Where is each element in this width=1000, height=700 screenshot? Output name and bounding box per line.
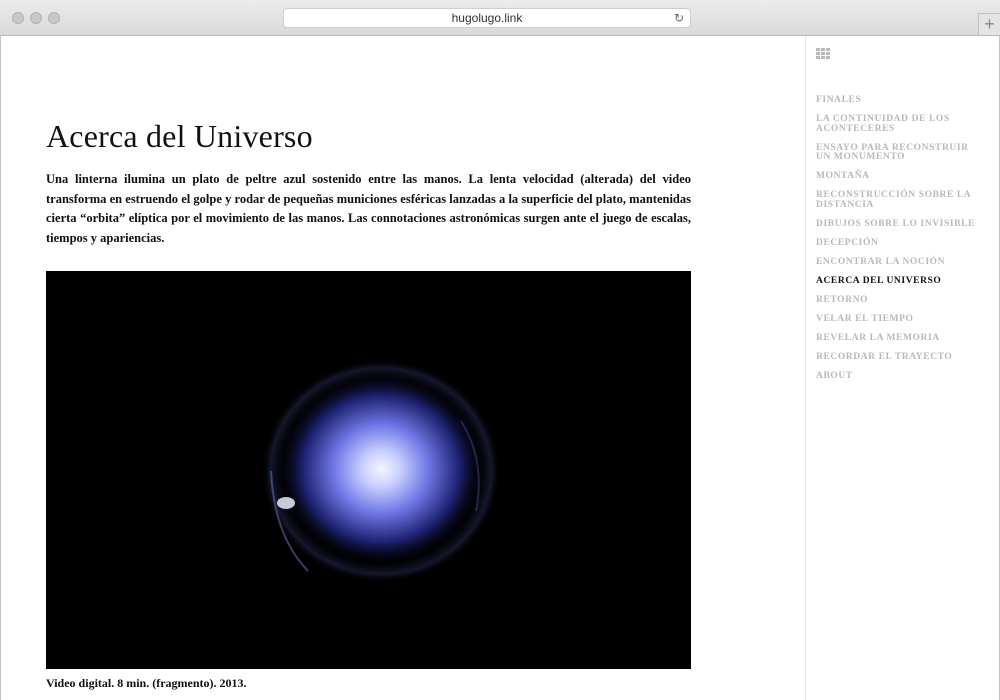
browser-toolbar: hugolugo.link ↻ + xyxy=(0,0,1000,36)
close-window-button[interactable] xyxy=(12,12,24,24)
glow-center xyxy=(276,371,486,567)
web-page: Acerca del Universo Una linterna ilumina… xyxy=(0,36,1000,700)
sidebar-item-retorno[interactable]: RETORNO xyxy=(816,295,986,306)
address-url: hugolugo.link xyxy=(451,11,523,25)
sidebar-item-acerca-del-universo[interactable]: ACERCA DEL UNIVERSO xyxy=(816,276,986,287)
sidebar-item-recordar[interactable]: RECORDAR EL TRAYECTO xyxy=(816,352,986,363)
sidebar-item-decepcion[interactable]: DECEPCIÓN xyxy=(816,238,986,249)
light-reflection xyxy=(277,497,295,509)
address-bar[interactable]: hugolugo.link ↻ xyxy=(283,8,691,28)
sidebar-item-encontrar[interactable]: ENCONTRAR LA NOCIÓN xyxy=(816,257,986,268)
sidebar-item-finales[interactable]: FINALES xyxy=(816,95,986,106)
sidebar-item-ensayo[interactable]: ENSAYO PARA RECONSTRUIR UN MONUMENTO xyxy=(816,143,986,163)
new-tab-button[interactable]: + xyxy=(978,13,1000,35)
video-player[interactable] xyxy=(46,271,691,669)
sidebar: FINALES LA CONTINUIDAD DE LOS ACONTECERE… xyxy=(805,36,999,700)
sidebar-item-revelar[interactable]: REVELAR LA MEMORIA xyxy=(816,333,986,344)
sidebar-item-reconstruccion[interactable]: RECONSTRUCCIÓN SOBRE LA DISTANCIA xyxy=(816,190,986,210)
reload-icon[interactable]: ↻ xyxy=(674,11,684,25)
minimize-window-button[interactable] xyxy=(30,12,42,24)
zoom-window-button[interactable] xyxy=(48,12,60,24)
sidebar-menu: FINALES LA CONTINUIDAD DE LOS ACONTECERE… xyxy=(816,95,986,391)
article-description: Una linterna ilumina un plato de peltre … xyxy=(46,172,691,245)
sidebar-item-velar[interactable]: VELAR EL TIEMPO xyxy=(816,314,986,325)
page-title: Acerca del Universo xyxy=(46,118,313,154)
video-frame xyxy=(46,271,691,669)
sidebar-item-dibujos[interactable]: DIBUJOS SOBRE LO INVISIBLE xyxy=(816,219,986,230)
video-caption: Video digital. 8 min. (fragmento). 2013. xyxy=(46,676,247,690)
sidebar-item-la-continuidad[interactable]: LA CONTINUIDAD DE LOS ACONTECERES xyxy=(816,114,986,134)
grid-icon[interactable] xyxy=(816,48,830,59)
sidebar-item-about[interactable]: ABOUT xyxy=(816,371,986,382)
sidebar-item-montana[interactable]: MONTAÑA xyxy=(816,171,986,182)
